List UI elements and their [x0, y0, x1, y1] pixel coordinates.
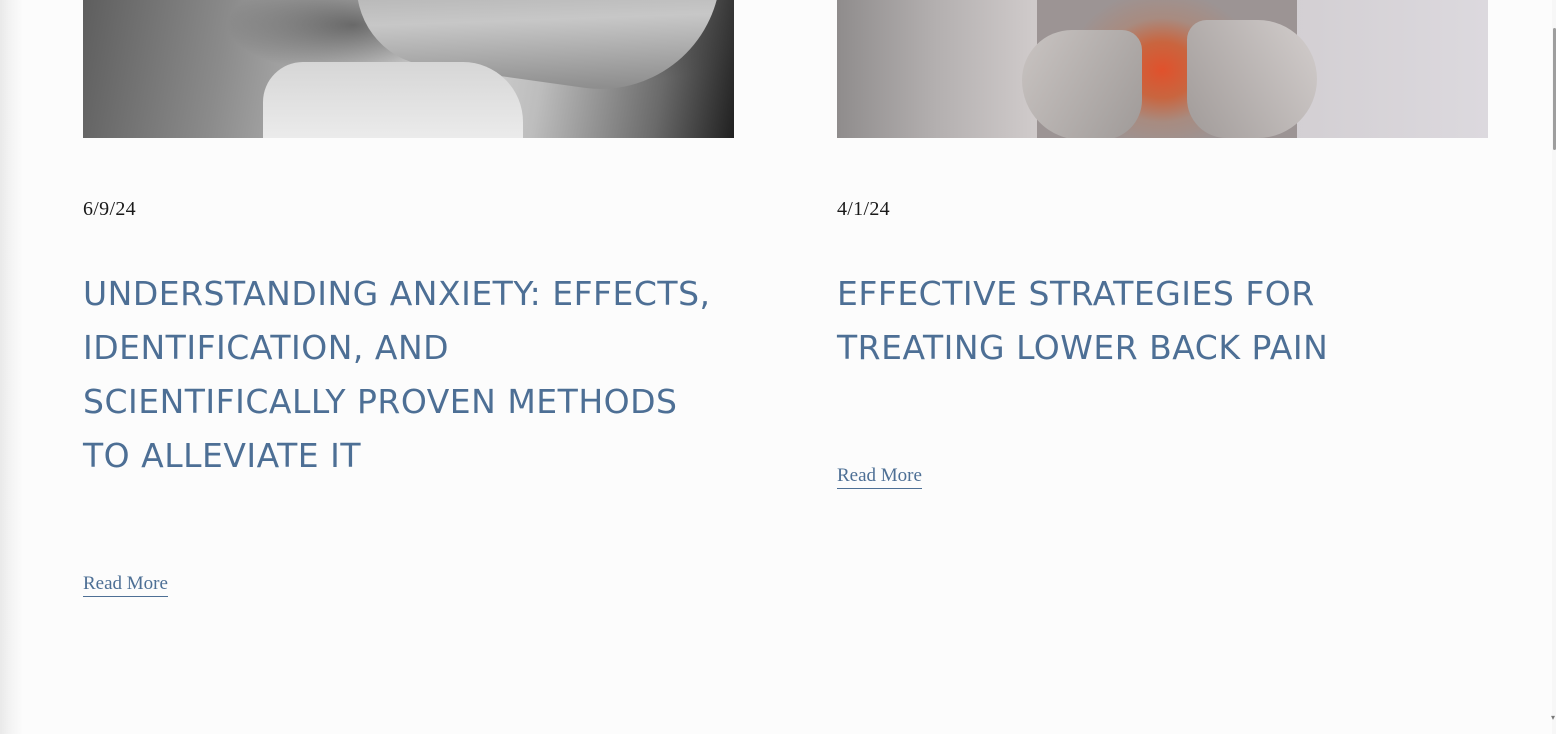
blog-list: 6/9/24 UNDERSTANDING ANXIETY: EFFECTS, I… [22, 0, 1556, 734]
post-thumbnail[interactable] [837, 0, 1488, 138]
post-date: 4/1/24 [837, 198, 890, 220]
thumbnail-left-hand-shape [1022, 30, 1142, 138]
thumbnail-shirt-shape [263, 62, 523, 138]
page-left-shadow [0, 0, 22, 734]
blog-post-card: 6/9/24 UNDERSTANDING ANXIETY: EFFECTS, I… [83, 0, 734, 597]
scrollbar-track[interactable]: ▾ [1551, 0, 1556, 734]
scroll-down-arrow-icon[interactable]: ▾ [1551, 714, 1555, 722]
blog-post-card: 4/1/24 EFFECTIVE STRATEGIES FOR TREATING… [837, 0, 1488, 489]
read-more-link[interactable]: Read More [837, 464, 922, 489]
read-more-link[interactable]: Read More [83, 572, 168, 597]
post-title[interactable]: EFFECTIVE STRATEGIES FOR TREATING LOWER … [837, 267, 1488, 375]
post-date: 6/9/24 [83, 198, 136, 220]
thumbnail-right-hand-shape [1187, 20, 1317, 138]
post-title[interactable]: UNDERSTANDING ANXIETY: EFFECTS, IDENTIFI… [83, 267, 723, 483]
post-thumbnail[interactable] [83, 0, 734, 138]
